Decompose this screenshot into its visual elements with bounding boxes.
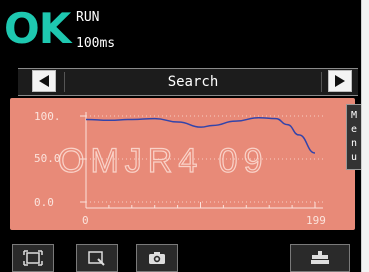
- capture-button[interactable]: [136, 244, 178, 272]
- screen-border: [361, 0, 369, 272]
- settings-button[interactable]: [290, 244, 350, 272]
- y-label-100: 100.: [34, 110, 61, 123]
- bottom-toolbar: [0, 240, 362, 272]
- prev-button[interactable]: [32, 70, 56, 92]
- triangle-right-icon: [335, 75, 345, 87]
- judgement-status: OK: [4, 4, 71, 53]
- menu-letter-m: M: [350, 110, 358, 121]
- y-label-0: 0.0: [34, 196, 54, 209]
- search-result-plot: OMJR4 09 100. 50.0 0.0 0 199: [10, 98, 355, 230]
- detected-string-overlay: OMJR4 09: [58, 142, 269, 180]
- triangle-left-icon: [39, 75, 49, 87]
- settings-icon: [311, 251, 329, 264]
- run-mode-label: RUN: [76, 10, 100, 25]
- menu-letter-n: n: [350, 138, 358, 149]
- menu-letter-u: u: [350, 152, 358, 163]
- camera-icon: [149, 252, 165, 264]
- scene-navigation-bar: Search: [18, 68, 358, 96]
- menu-button[interactable]: M e n u: [346, 104, 362, 170]
- zoom-button[interactable]: [76, 244, 118, 272]
- device-screen: OK RUN 100ms Search OMJR4 09 100. 50.0 0…: [0, 0, 362, 272]
- zoom-icon: [88, 251, 105, 266]
- next-button[interactable]: [328, 70, 352, 92]
- fit-screen-icon: [23, 250, 43, 266]
- plot-chart: OMJR4 09 100. 50.0 0.0 0 199: [34, 110, 326, 227]
- x-label-start: 0: [82, 214, 89, 227]
- menu-letter-e: e: [350, 124, 358, 135]
- x-label-end: 199: [306, 214, 326, 227]
- cycle-time-label: 100ms: [76, 36, 116, 51]
- y-label-50: 50.0: [34, 152, 61, 165]
- scene-title: Search: [64, 72, 322, 92]
- fit-screen-button[interactable]: [12, 244, 54, 272]
